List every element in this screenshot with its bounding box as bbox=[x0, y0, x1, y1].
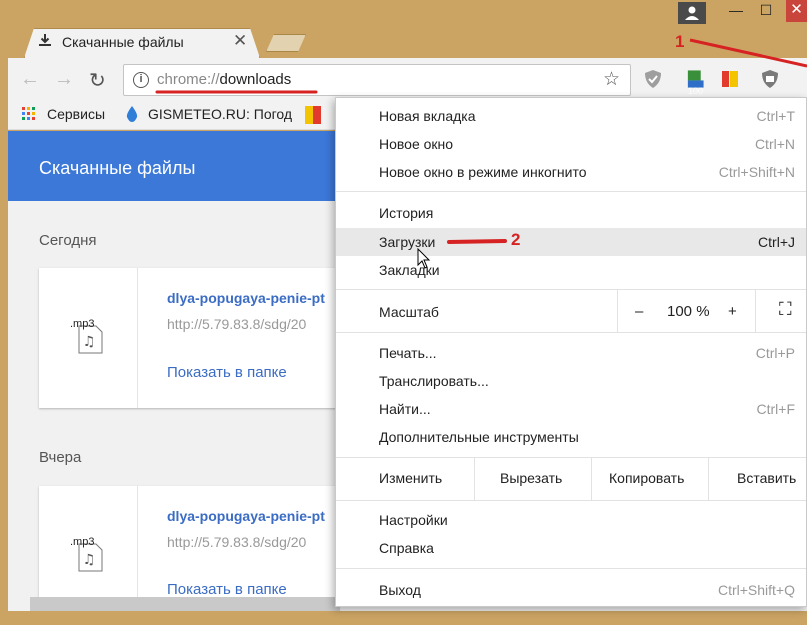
bookmark-flag-icon[interactable] bbox=[305, 106, 325, 124]
back-button[interactable]: ← bbox=[20, 68, 40, 91]
ublock-extension-icon[interactable] bbox=[760, 69, 780, 89]
menu-separator bbox=[336, 191, 806, 192]
reload-button[interactable]: ↻ bbox=[89, 68, 106, 93]
file-ext-label: .mp3 bbox=[70, 536, 95, 548]
file-url[interactable]: http://5.79.83.8/sdg/20 bbox=[167, 534, 306, 550]
paste-button[interactable]: Вставить bbox=[737, 470, 796, 486]
annotation-step-2: 2 bbox=[511, 230, 521, 249]
shortcut-incognito: Ctrl+Shift+N bbox=[718, 164, 795, 180]
shortcut-downloads: Ctrl+J bbox=[758, 234, 795, 250]
menu-separator bbox=[336, 332, 806, 333]
bookmark-flag-extension-icon[interactable] bbox=[720, 69, 740, 89]
file-name-link[interactable]: dlya-popugaya-penie-pt bbox=[167, 290, 325, 306]
annotation-step-1: 1 bbox=[675, 32, 685, 51]
window-bottom-border bbox=[0, 611, 807, 625]
shortcut-new-window: Ctrl+N bbox=[754, 136, 795, 152]
menu-print[interactable]: Печать... bbox=[379, 345, 437, 361]
menu-edit-label: Изменить bbox=[379, 470, 443, 486]
shortcut-print: Ctrl+P bbox=[755, 345, 795, 361]
forward-button[interactable]: → bbox=[54, 68, 74, 91]
page-title: Скачанные файлы bbox=[39, 158, 196, 178]
horizontal-scrollbar[interactable] bbox=[30, 597, 340, 611]
zoom-value: 100 % bbox=[667, 303, 710, 320]
menu-exit[interactable]: Выход bbox=[379, 582, 421, 598]
menu-history[interactable]: История bbox=[379, 205, 433, 221]
tab-title: Скачанные файлы bbox=[62, 34, 184, 50]
card-divider bbox=[137, 268, 138, 408]
menu-more-tools[interactable]: Дополнительные инструменты bbox=[379, 429, 579, 445]
shortcut-find: Ctrl+F bbox=[756, 401, 796, 417]
fullscreen-icon[interactable]: ⛶ bbox=[779, 299, 792, 320]
person-icon bbox=[685, 6, 699, 20]
svg-text:♫: ♫ bbox=[83, 334, 96, 350]
menu-new-tab[interactable]: Новая вкладка bbox=[379, 108, 476, 124]
apps-icon[interactable] bbox=[22, 107, 36, 121]
cut-button[interactable]: Вырезать bbox=[500, 470, 562, 486]
show-in-folder-link[interactable]: Показать в папке bbox=[167, 581, 287, 598]
mouse-cursor-icon bbox=[417, 248, 431, 269]
menu-new-window[interactable]: Новое окно bbox=[379, 136, 453, 152]
menu-settings[interactable]: Настройки bbox=[379, 512, 448, 528]
menu-separator bbox=[336, 568, 806, 569]
shield-extension-icon[interactable] bbox=[643, 69, 663, 89]
file-name-link[interactable]: dlya-popugaya-penie-pt bbox=[167, 508, 325, 524]
url-scheme: chrome:// bbox=[157, 71, 220, 88]
file-ext-label: .mp3 bbox=[70, 318, 95, 330]
bookmark-star-icon[interactable]: ☆ bbox=[603, 68, 620, 91]
shortcut-new-tab: Ctrl+T bbox=[756, 108, 796, 124]
tab-close-icon[interactable]: ✕ bbox=[233, 31, 247, 51]
menu-separator bbox=[336, 500, 806, 501]
download-icon bbox=[39, 34, 51, 46]
maximize-button[interactable]: ☐ bbox=[752, 2, 780, 22]
shortcut-exit: Ctrl+Shift+Q bbox=[717, 582, 795, 598]
menu-help[interactable]: Справка bbox=[379, 540, 434, 556]
menu-cast[interactable]: Транслировать... bbox=[379, 373, 489, 389]
bookmark-gismeteo[interactable]: GISMETEO.RU: Погод bbox=[148, 106, 292, 122]
copy-button[interactable]: Копировать bbox=[609, 470, 684, 486]
menu-find[interactable]: Найти... bbox=[379, 401, 431, 417]
zoom-out-button[interactable]: – bbox=[635, 303, 643, 320]
svg-text:♫: ♫ bbox=[83, 552, 96, 568]
section-yesterday: Вчера bbox=[39, 449, 82, 466]
info-icon[interactable]: i bbox=[133, 72, 149, 88]
close-window-button[interactable]: ✕ bbox=[786, 0, 807, 22]
profile-button[interactable] bbox=[678, 2, 706, 24]
water-drop-icon bbox=[126, 106, 138, 122]
file-url[interactable]: http://5.79.83.8/sdg/20 bbox=[167, 316, 306, 332]
show-in-folder-link[interactable]: Показать в папке bbox=[167, 364, 287, 381]
url-path: downloads bbox=[219, 71, 292, 88]
zoom-in-button[interactable]: + bbox=[728, 303, 737, 320]
extension-badge: 100 bbox=[688, 86, 704, 96]
url-text[interactable]: chrome://downloads bbox=[157, 71, 291, 88]
minimize-button[interactable]: — bbox=[722, 2, 750, 22]
section-today: Сегодня bbox=[39, 232, 97, 249]
menu-incognito[interactable]: Новое окно в режиме инкогнито bbox=[379, 164, 587, 180]
menu-zoom-label: Масштаб bbox=[379, 304, 439, 320]
bookmark-services[interactable]: Сервисы bbox=[47, 106, 105, 122]
